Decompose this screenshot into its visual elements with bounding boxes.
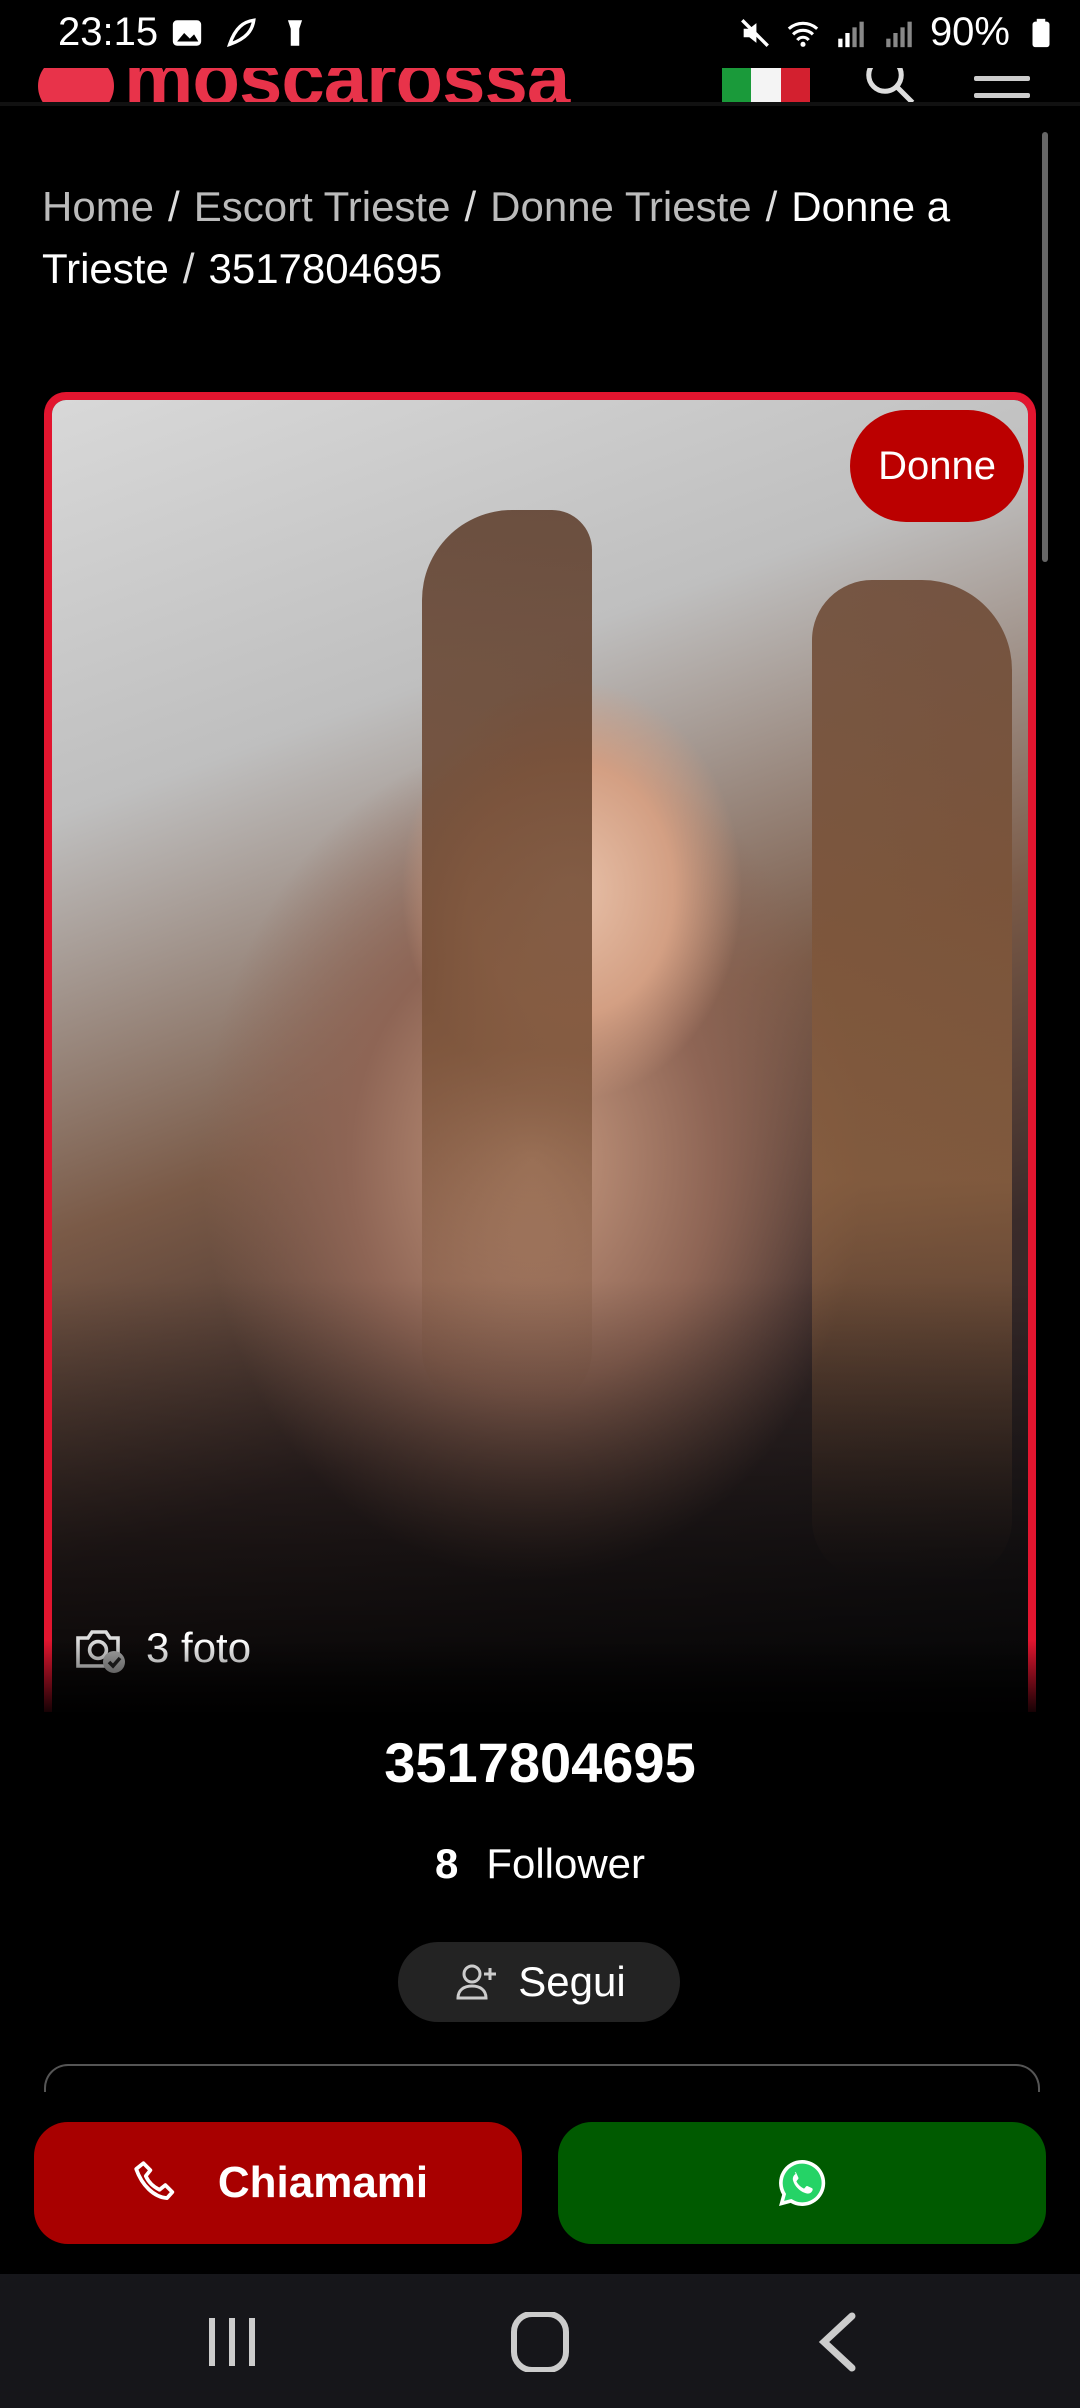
call-button[interactable]: Chiamami: [34, 2122, 522, 2244]
follow-button-label: Segui: [518, 1958, 626, 2005]
mute-icon: [740, 18, 769, 47]
breadcrumb-separator: /: [464, 183, 477, 230]
flashlight-icon: [287, 20, 303, 46]
scrollbar[interactable]: [1042, 132, 1048, 562]
follow-button[interactable]: Segui: [398, 1942, 680, 2022]
breadcrumb-separator: /: [168, 183, 180, 230]
breadcrumb-donne-trieste[interactable]: Donne Trieste: [490, 183, 751, 230]
status-bar: 23:15 90%: [0, 0, 1080, 68]
profile-name: 3517804695: [384, 1731, 696, 1794]
battery-percent: 90%: [929, 10, 1010, 54]
home-icon[interactable]: [500, 2312, 580, 2372]
header-divider: [0, 102, 1080, 106]
breadcrumb-separator: /: [182, 245, 195, 292]
italy-flag-icon[interactable]: [722, 66, 810, 106]
recent-apps-icon[interactable]: [192, 2312, 272, 2372]
photo-detail: [422, 510, 592, 1410]
status-time: 23:15: [58, 10, 159, 54]
system-icons: 90%: [738, 10, 1058, 55]
system-navigation-bar: [0, 2274, 1080, 2408]
breadcrumb-home[interactable]: Home: [42, 183, 154, 230]
follower-count: 8: [434, 1840, 459, 1887]
battery-icon: [1032, 18, 1050, 47]
breadcrumb-separator: /: [765, 183, 778, 230]
breadcrumb-current: 3517804695: [208, 245, 443, 292]
breadcrumb: Home / Escort Trieste / Donne Trieste / Donne …: [42, 176, 1022, 300]
signal-icon-2: [886, 21, 912, 47]
follower-stats: 8 Follower: [0, 1840, 1080, 1888]
back-icon[interactable]: [800, 2312, 880, 2372]
phone-icon: [134, 2161, 175, 2201]
wifi-icon: [787, 21, 819, 47]
whatsapp-button[interactable]: [558, 2122, 1046, 2244]
notification-icons: [170, 16, 312, 50]
feather-icon: [226, 18, 256, 48]
breadcrumb-escort-trieste[interactable]: Escort Trieste: [194, 183, 451, 230]
follower-label: Follower: [486, 1840, 646, 1887]
category-badge[interactable]: Donne: [850, 410, 1024, 522]
call-button-label: Chiamami: [217, 2158, 429, 2207]
whatsapp-icon: [779, 2160, 826, 2206]
card-fade: [44, 1640, 1036, 1720]
gallery-icon: [172, 20, 202, 46]
signal-icon: [838, 21, 864, 47]
add-user-icon: [456, 1964, 497, 2000]
profile-photo-card[interactable]: Donne 3 foto: [44, 392, 1036, 1712]
